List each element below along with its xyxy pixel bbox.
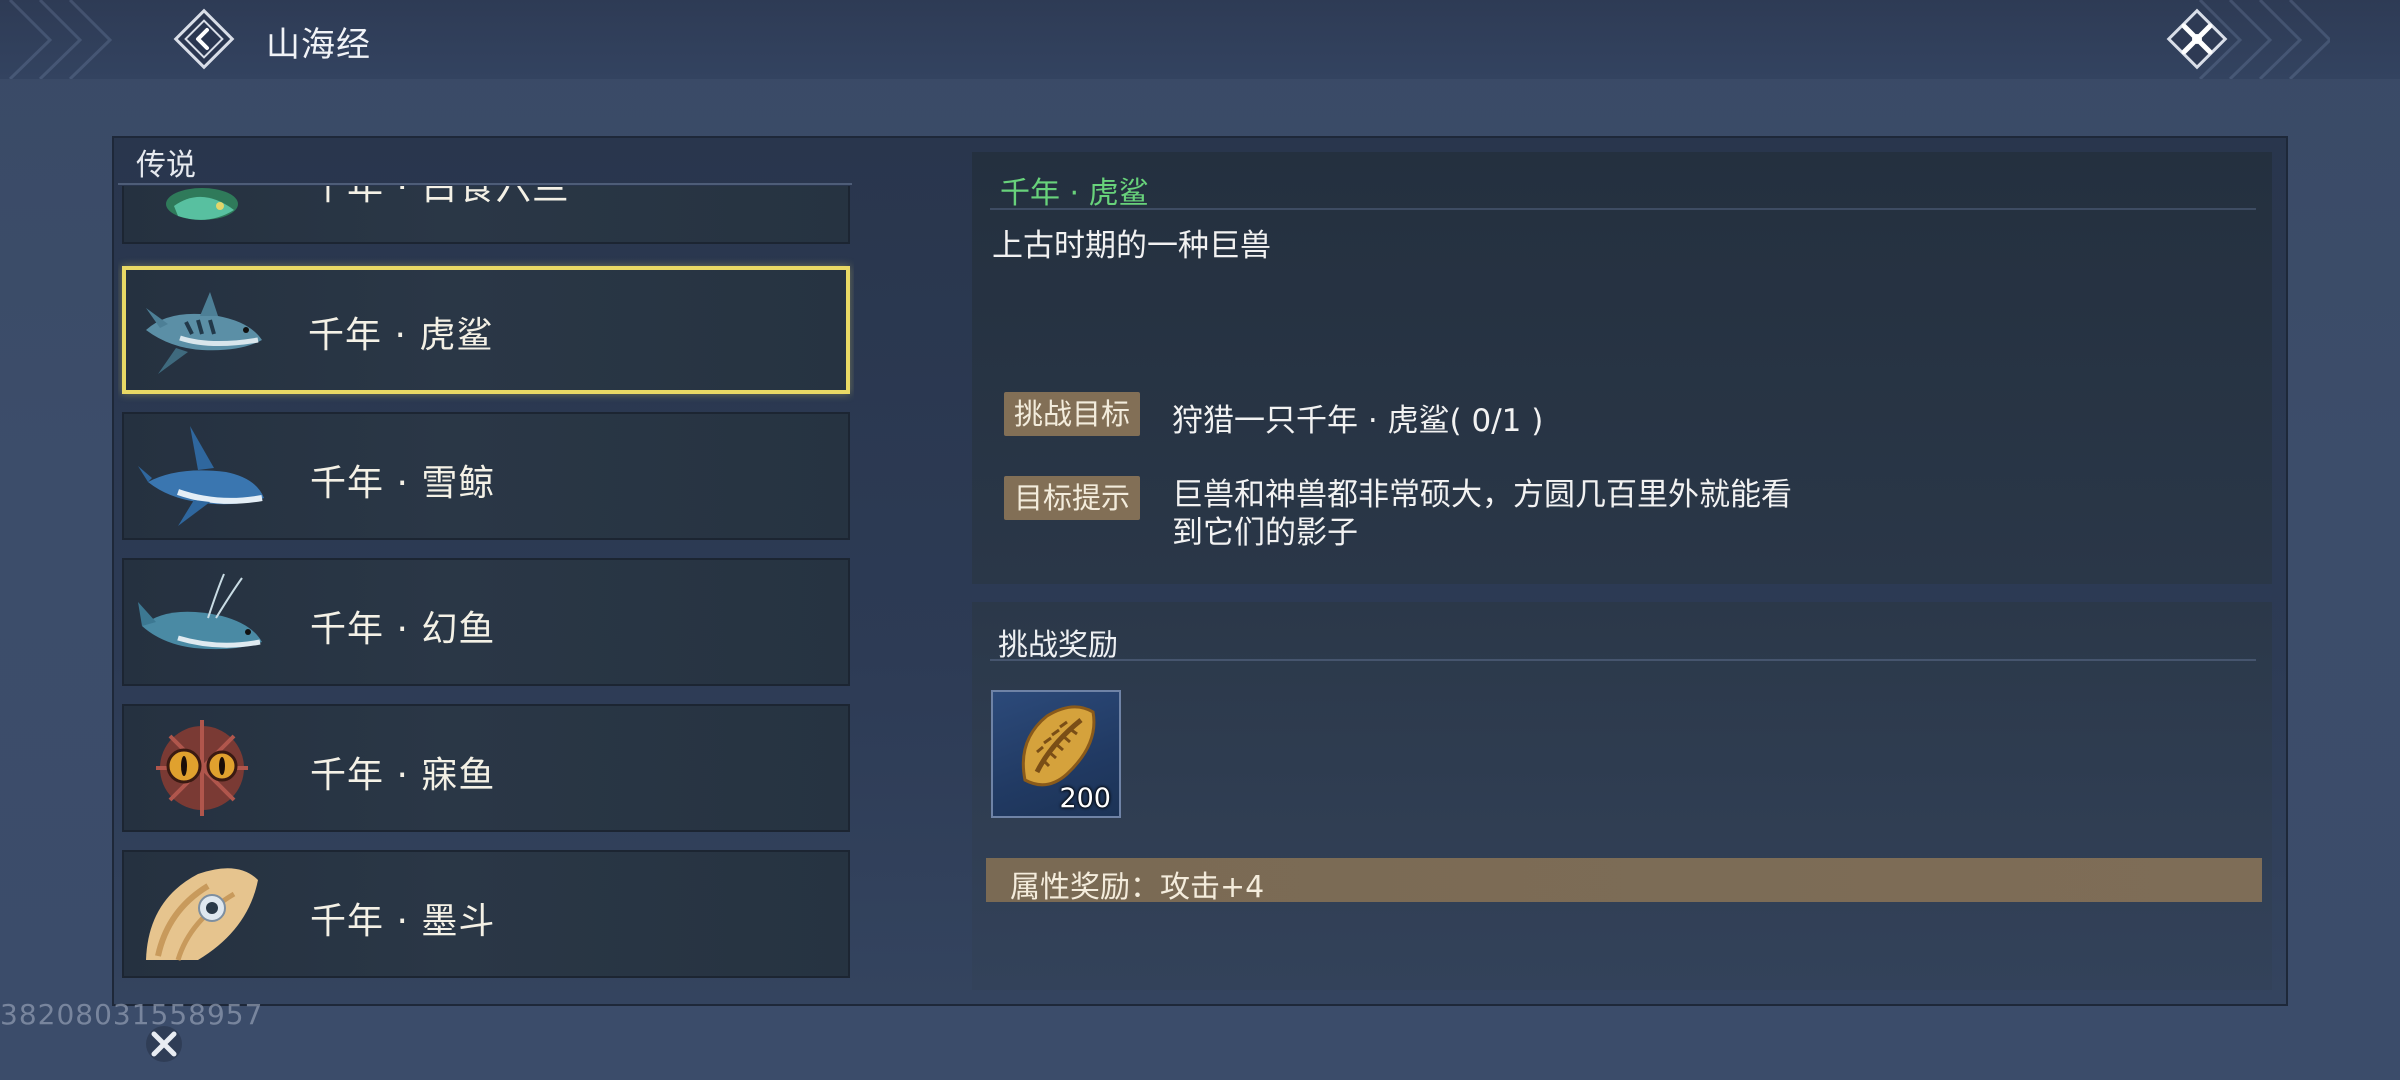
hint-tag: 目标提示: [1004, 476, 1141, 520]
close-icon: [2166, 8, 2228, 70]
tiger-shark-icon: [146, 292, 262, 374]
reward-item-slot[interactable]: 200: [991, 690, 1121, 818]
green-dragon-icon: [166, 188, 238, 220]
list-item[interactable]: 千年 · 雪鲸: [122, 412, 850, 540]
list-item-label: 千年 · 寐鱼: [310, 755, 496, 796]
reward-item-count: 200: [1059, 783, 1111, 814]
list-item[interactable]: 千年 · 幻鱼: [122, 558, 850, 686]
list-category-title: 传说: [136, 148, 196, 183]
detail-title: 千年 · 虎鲨: [1000, 176, 1149, 211]
list-item-label: 千年 · 白食六兰: [310, 186, 570, 208]
watermark-id: 38208031558957: [0, 998, 264, 1031]
list-item[interactable]: 千年 · 白食六兰: [122, 186, 850, 244]
page-title: 山海经: [266, 25, 371, 65]
detail-description: 上古时期的一种巨兽: [992, 228, 1271, 264]
hint-text: 巨兽和神兽都非常硕大，方圆几百里外就能看到它们的影子: [1172, 477, 1792, 551]
list-item-label: 千年 · 墨斗: [310, 901, 496, 942]
phantom-fish-icon: [138, 573, 262, 650]
creature-list[interactable]: 千年 · 白食六兰 千年 · 虎鲨 千年 · 雪鲸 千年 · 幻鱼 千年 · 寐…: [118, 186, 854, 988]
reward-title: 挑战奖励: [998, 628, 1118, 663]
close-button[interactable]: [2162, 4, 2232, 74]
attribute-reward-text: 属性奖励：攻击+4: [1010, 870, 1265, 905]
list-item[interactable]: 千年 · 寐鱼: [122, 704, 850, 832]
snow-whale-icon: [138, 426, 264, 526]
shell-coin-icon: [1021, 705, 1096, 787]
list-item[interactable]: 千年 · 墨斗: [122, 850, 850, 978]
x-icon: [146, 1026, 182, 1062]
goal-tag: 挑战目标: [1004, 392, 1141, 436]
back-arrow-icon: [173, 8, 235, 70]
attribute-reward-bar: 属性奖励：攻击+4: [986, 858, 2262, 905]
list-item-selected[interactable]: 千年 · 虎鲨: [122, 266, 850, 394]
floating-close-button[interactable]: [144, 1024, 184, 1064]
eyed-fish-icon: [156, 720, 248, 816]
divider: [990, 659, 2256, 661]
cuttlefish-icon: [146, 868, 258, 961]
list-item-label: 千年 · 幻鱼: [310, 609, 496, 650]
list-item-label: 千年 · 虎鲨: [308, 315, 494, 356]
goal-text: 狩猎一只千年 · 虎鲨( 0/1 ): [1172, 403, 1544, 439]
divider: [118, 183, 852, 185]
list-item-label: 千年 · 雪鲸: [310, 463, 496, 504]
divider: [990, 208, 2256, 210]
back-button[interactable]: [173, 8, 235, 70]
